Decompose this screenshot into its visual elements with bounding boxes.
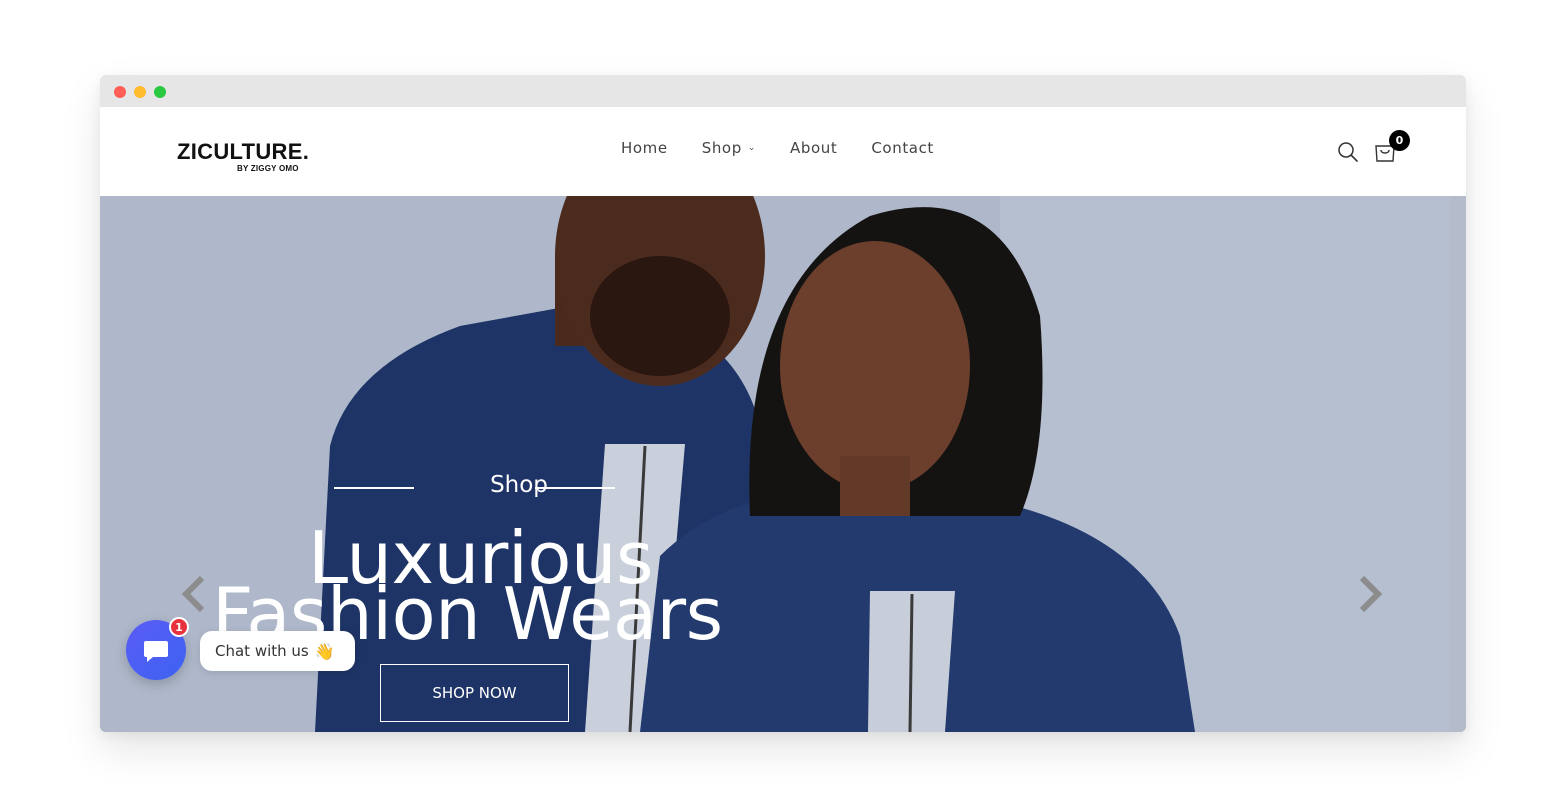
chevron-left-icon[interactable] [180, 574, 208, 614]
nav-label: Contact [871, 139, 934, 157]
maximize-window-button[interactable] [154, 86, 166, 98]
chat-notification-badge: 1 [169, 617, 189, 637]
eyebrow-line-left [334, 487, 414, 489]
minimize-window-button[interactable] [134, 86, 146, 98]
nav-item-shop[interactable]: Shop ⌄ [702, 139, 756, 157]
chat-label: Chat with us [215, 642, 309, 660]
site-header: ZICULTURE. BY ZIGGY OMO Home Shop ⌄ About… [100, 107, 1466, 196]
logo-text: ZICULTURE. [177, 139, 310, 164]
chevron-down-icon: ⌄ [747, 143, 756, 153]
site-logo[interactable]: ZICULTURE. BY ZIGGY OMO [177, 139, 310, 174]
waving-hand-icon: 👋 [314, 641, 335, 661]
search-icon[interactable] [1337, 141, 1359, 163]
nav-label: Home [621, 139, 668, 157]
nav-label: About [790, 139, 838, 157]
chat-with-us-button[interactable]: Chat with us 👋 [200, 631, 355, 671]
cart-count-badge: 0 [1389, 130, 1410, 151]
nav-item-about[interactable]: About [790, 139, 837, 157]
logo-tagline: BY ZIGGY OMO [237, 164, 299, 173]
nav-item-home[interactable]: Home [621, 139, 668, 157]
nav-item-contact[interactable]: Contact [871, 139, 934, 157]
close-window-button[interactable] [114, 86, 126, 98]
hero-scrollbar[interactable] [1450, 196, 1466, 732]
shop-now-button[interactable]: SHOP NOW [380, 664, 569, 722]
chevron-right-icon[interactable] [1356, 574, 1384, 614]
main-nav: Home Shop ⌄ About Contact [621, 139, 968, 157]
hero-eyebrow: Shop [490, 472, 548, 498]
window-titlebar [100, 75, 1466, 107]
nav-label: Shop [701, 139, 742, 157]
